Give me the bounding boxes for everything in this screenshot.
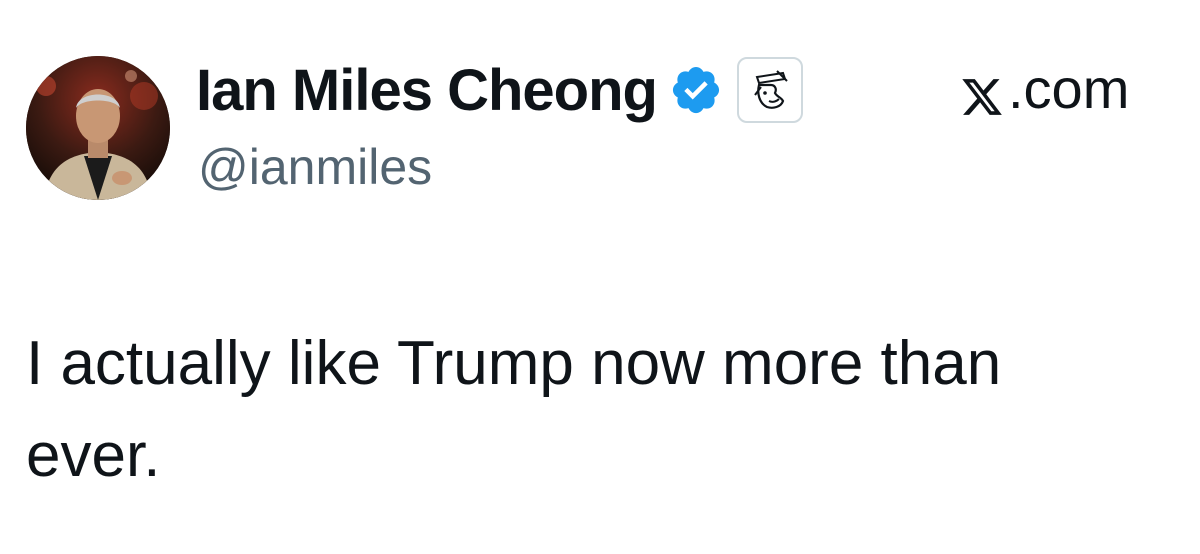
source-watermark: .com [960,56,1129,121]
source-label: .com [1008,57,1130,120]
author-display-name[interactable]: Ian Miles Cheong [196,57,658,124]
author-handle[interactable]: @ianmiles [198,138,432,196]
x-logo-icon [960,67,1004,115]
author-avatar[interactable] [26,56,170,200]
tweet-card: Ian Miles Cheong @ianmiles .com I actual… [0,0,1200,554]
avatar-photo [26,56,170,200]
verified-badge-icon [669,63,723,117]
tweet-text: I actually like Trump now more than ever… [26,329,1002,490]
author-name-row: Ian Miles Cheong [196,52,803,128]
affiliate-badge-icon[interactable] [736,57,803,123]
